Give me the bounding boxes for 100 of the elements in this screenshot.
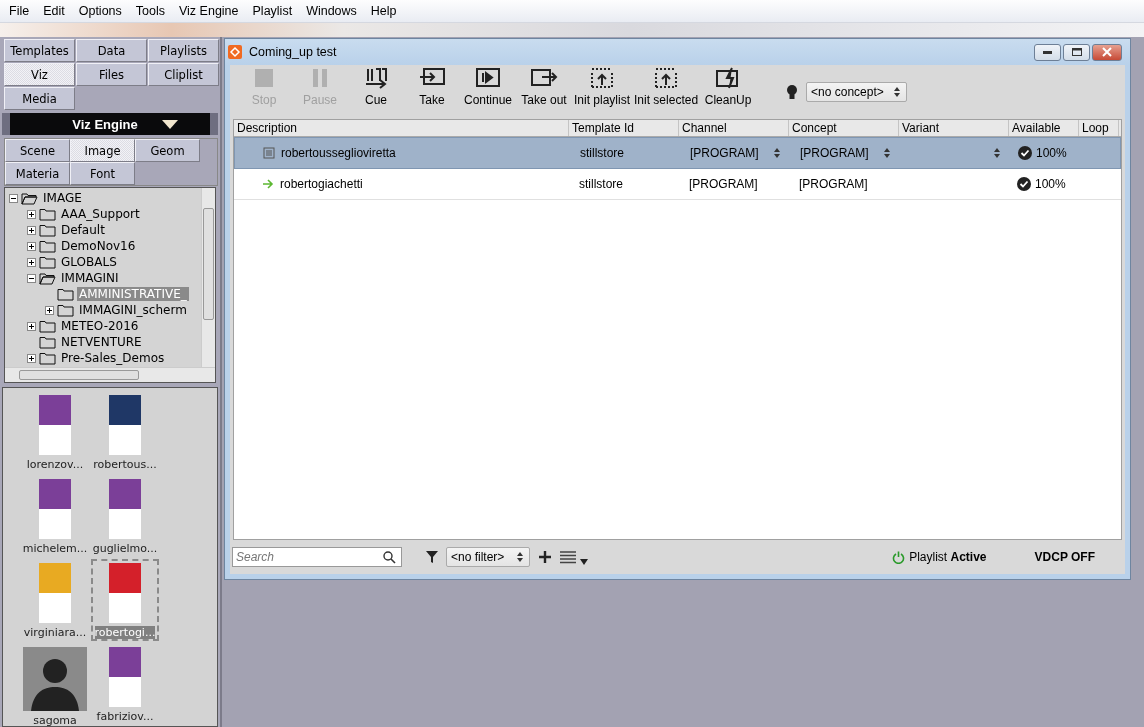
list-icon[interactable] (560, 550, 576, 564)
sub-tab[interactable]: Geom (135, 139, 200, 162)
panel-tab[interactable]: Data (76, 39, 147, 62)
folder-item[interactable]: AAA_Support (59, 207, 142, 221)
panel-tab[interactable]: Templates (4, 39, 75, 62)
panel-tab[interactable]: Cliplist (148, 63, 219, 86)
filter-dropdown[interactable]: <no filter> (446, 547, 530, 567)
sub-tab[interactable]: Image (70, 139, 135, 162)
scrollbar[interactable] (5, 367, 215, 382)
search-field[interactable]: Search (232, 547, 402, 567)
image-thumbnail[interactable]: virginiara... (21, 559, 89, 641)
spinner-icon[interactable] (884, 148, 890, 158)
menu-item[interactable]: Windows (299, 4, 364, 18)
menu-item[interactable]: File (2, 4, 37, 18)
tree-toggle-icon[interactable] (27, 209, 36, 219)
table-cell: [PROGRAM] (799, 177, 868, 191)
column-header[interactable]: Channel (679, 120, 789, 136)
folder-icon (39, 239, 56, 253)
column-header[interactable]: Description (234, 120, 569, 136)
sub-tab[interactable]: Font (70, 162, 135, 185)
thumbnail-label: robertogi... (94, 626, 156, 639)
toolbar-button[interactable]: Take (404, 67, 460, 117)
panel-tab[interactable]: Playlists (148, 39, 219, 62)
tree-toggle-icon[interactable] (9, 193, 18, 203)
menu-item[interactable]: Playlist (245, 4, 300, 18)
folder-item[interactable]: NETVENTURE (59, 335, 144, 349)
tree-toggle-icon[interactable] (27, 353, 36, 363)
concept-dropdown[interactable]: <no concept> (806, 82, 908, 102)
caret-icon (161, 119, 178, 129)
folder-item[interactable]: IMMAGINI (59, 271, 121, 285)
folder-item[interactable]: Pre-Sales_Demos (59, 351, 167, 365)
table-cell: stillstore (580, 146, 624, 160)
image-thumbnail[interactable]: sagoma (21, 643, 89, 725)
menu-item[interactable]: Edit (36, 4, 72, 18)
thumbnail-label: virginiara... (23, 626, 87, 639)
toolbar-button[interactable]: Init playlist (572, 67, 633, 117)
playlist-row[interactable]: robertogiachetti stillstore [PROGRAM] [PROGRAM] 100% (234, 169, 1121, 200)
arrow-icon (262, 179, 274, 189)
column-header[interactable]: Template Id (569, 120, 679, 136)
image-thumbnail[interactable]: fabriziov... (91, 643, 159, 725)
column-header[interactable]: Available (1009, 120, 1079, 136)
toolbar-button[interactable]: Init selected (632, 67, 701, 117)
panel-tab[interactable]: Media (4, 87, 75, 110)
folder-icon (39, 319, 56, 333)
scrollbar[interactable] (201, 188, 215, 367)
folder-icon (57, 303, 74, 317)
tree-toggle-icon[interactable] (45, 305, 54, 315)
folder-icon (39, 223, 56, 237)
menu-item[interactable]: Tools (128, 4, 172, 18)
menu-item[interactable]: Help (363, 4, 404, 18)
minimize-button[interactable] (1034, 43, 1061, 61)
image-thumbnail[interactable]: guglielmo... (91, 475, 159, 557)
maximize-button[interactable] (1063, 43, 1090, 61)
menu-item[interactable]: Options (71, 4, 129, 18)
image-thumbnail[interactable]: michelem... (21, 475, 89, 557)
folder-item[interactable]: IMMAGINI_scherm (77, 303, 189, 317)
engine-dropdown[interactable]: Viz Engine (2, 113, 218, 135)
thumbnail-label: michelem... (22, 542, 88, 555)
checkmark-icon (1018, 146, 1032, 160)
folder-icon (57, 287, 74, 301)
folder-item[interactable]: Default (59, 223, 107, 237)
menu-item[interactable]: Viz Engine (172, 4, 246, 18)
toolbar-button[interactable]: CleanUp (700, 67, 757, 117)
image-thumbnail[interactable]: lorenzov... (21, 391, 89, 473)
toolbar-button[interactable]: Take out (516, 67, 572, 117)
folder-icon (39, 335, 56, 349)
upload-icon (588, 67, 616, 89)
app-icon (228, 45, 242, 59)
caret-icon[interactable] (580, 559, 588, 565)
image-thumbnail[interactable]: robertous... (91, 391, 159, 473)
spinner-icon[interactable] (994, 148, 1000, 158)
tree-toggle-icon[interactable] (27, 273, 36, 283)
tree-toggle-icon[interactable] (27, 241, 36, 251)
filter-icon[interactable] (426, 551, 438, 563)
search-icon (383, 551, 396, 564)
image-thumbnail[interactable]: robertogi... (91, 559, 159, 641)
sub-tab[interactable]: Scene (5, 139, 70, 162)
table-cell: 100% (1035, 177, 1066, 191)
tree-toggle-icon[interactable] (27, 257, 36, 267)
folder-item[interactable]: METEO-2016 (59, 319, 141, 333)
toolbar-button[interactable]: Cue (348, 67, 404, 117)
sub-tab[interactable]: Materia (5, 162, 70, 185)
column-header[interactable]: Loop (1079, 120, 1119, 136)
plus-icon[interactable] (538, 550, 552, 564)
play-frame-icon (474, 67, 502, 89)
tree-toggle-icon[interactable] (27, 321, 36, 331)
panel-tab[interactable]: Files (76, 63, 147, 86)
folder-item[interactable]: GLOBALS (59, 255, 119, 269)
image-element-icon (263, 147, 275, 159)
spinner-icon[interactable] (774, 148, 780, 158)
column-header[interactable]: Concept (789, 120, 899, 136)
column-header[interactable]: Variant (899, 120, 1009, 136)
tree-toggle-icon[interactable] (27, 225, 36, 235)
panel-tab[interactable]: Viz (4, 63, 75, 86)
playlist-row[interactable]: robertousseglioviretta stillstore [PROGRAM] [PROGRAM] 100% (234, 137, 1121, 169)
toolbar-button[interactable]: Continue (460, 67, 516, 117)
playlist-status: Playlist Active (909, 550, 987, 564)
folder-item[interactable]: IMAGE (41, 191, 84, 205)
folder-item[interactable]: DemoNov16 (59, 239, 138, 253)
close-button[interactable] (1092, 43, 1122, 61)
